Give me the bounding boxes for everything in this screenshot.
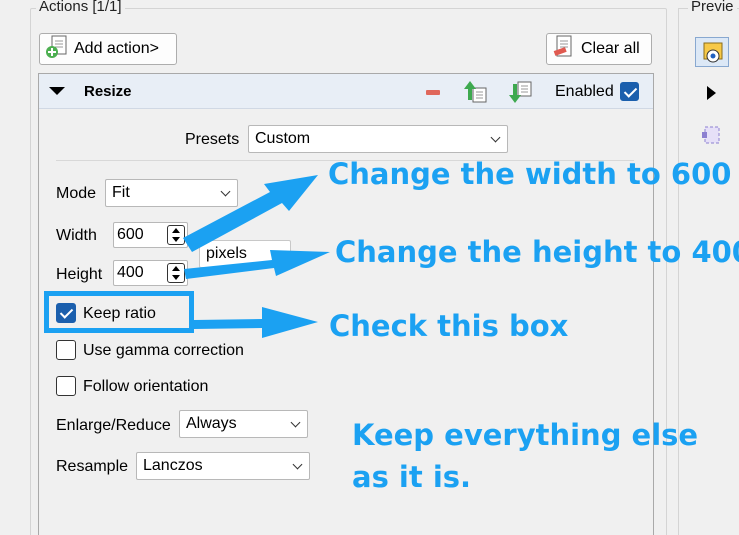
preview-toggle-button[interactable]	[695, 37, 729, 67]
height-annotation: Change the height to 400	[335, 235, 739, 269]
chevron-down-icon	[273, 247, 284, 258]
enlarge-reduce-label: Enlarge/Reduce	[56, 417, 171, 434]
resample-label: Resample	[56, 458, 129, 475]
checkbox-annotation: Check this box	[329, 309, 569, 343]
remove-action-icon[interactable]	[426, 90, 440, 95]
enlarge-reduce-select[interactable]: Always	[179, 410, 308, 438]
height-label: Height	[56, 266, 103, 283]
units-value: pixels	[206, 245, 247, 262]
keep-annotation-line1: Keep everything else	[352, 418, 699, 452]
actions-group-title: Actions [1/1]	[36, 0, 125, 15]
resize-title: Resize	[84, 83, 132, 100]
chevron-down-icon	[290, 417, 301, 428]
play-icon[interactable]	[707, 86, 716, 100]
preview-image-icon	[702, 41, 724, 67]
enabled-label: Enabled	[555, 83, 614, 100]
width-value: 600	[117, 226, 144, 243]
chevron-down-icon	[292, 459, 303, 470]
width-spinbox[interactable]: 600	[113, 222, 188, 248]
mode-label: Mode	[56, 185, 97, 202]
mode-value: Fit	[112, 184, 130, 201]
gamma-correction-label[interactable]: Use gamma correction	[83, 342, 244, 360]
width-annotation: Change the width to 600	[328, 157, 732, 191]
presets-value: Custom	[255, 130, 311, 147]
enabled-checkbox[interactable]	[620, 82, 639, 101]
clear-all-icon	[551, 34, 577, 65]
keep-ratio-highlight	[44, 291, 194, 333]
move-up-icon[interactable]	[463, 80, 489, 108]
add-action-label: Add action>	[74, 40, 159, 57]
follow-orientation-checkbox[interactable]	[56, 376, 76, 396]
height-spinbox[interactable]: 400	[113, 260, 188, 286]
preview-group-title: Previe	[688, 0, 737, 15]
follow-orientation-label[interactable]: Follow orientation	[83, 378, 208, 396]
width-stepper-icon[interactable]	[167, 225, 185, 245]
presets-select[interactable]: Custom	[248, 125, 508, 153]
add-action-button[interactable]: Add action>	[39, 33, 177, 65]
enlarge-reduce-value: Always	[186, 415, 237, 432]
add-action-icon	[44, 34, 70, 65]
presets-label: Presets	[185, 131, 240, 148]
units-select[interactable]: pixels	[199, 240, 291, 268]
gamma-correction-checkbox[interactable]	[56, 340, 76, 360]
collapse-triangle-icon[interactable]	[49, 87, 65, 95]
mode-select[interactable]: Fit	[105, 179, 238, 207]
clear-all-label: Clear all	[581, 40, 640, 57]
resample-value: Lanczos	[143, 457, 203, 474]
crop-frame-icon[interactable]	[700, 124, 724, 150]
clear-all-button[interactable]: Clear all	[546, 33, 652, 65]
chevron-down-icon	[490, 132, 501, 143]
chevron-down-icon	[220, 186, 231, 197]
keep-annotation-line2: as it is.	[352, 460, 472, 494]
resample-select[interactable]: Lanczos	[136, 452, 310, 480]
height-value: 400	[117, 264, 144, 281]
height-stepper-icon[interactable]	[167, 263, 185, 283]
move-down-icon[interactable]	[508, 80, 534, 108]
width-label: Width	[56, 227, 97, 244]
